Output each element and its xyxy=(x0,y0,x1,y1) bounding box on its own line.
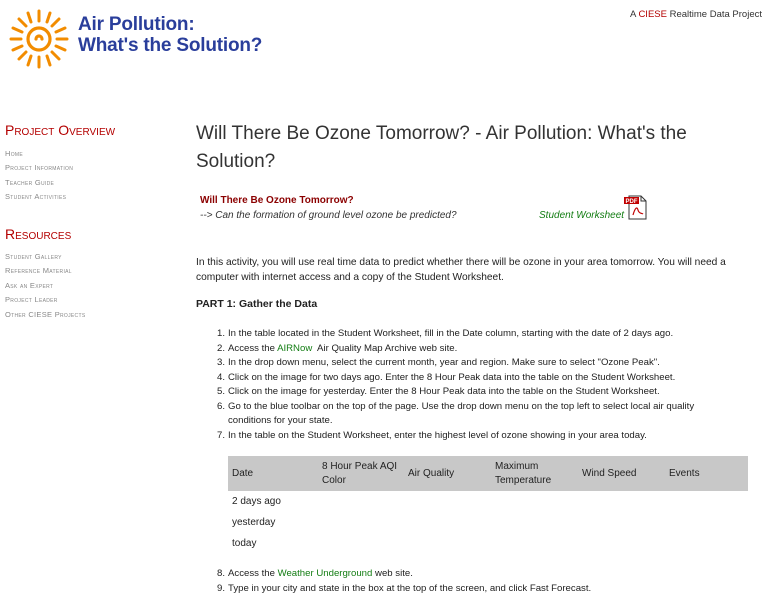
step-text: In the table located in the Student Work… xyxy=(228,328,674,339)
step-text-prefix: Access the xyxy=(228,568,278,579)
nav-teacher-guide[interactable]: Teacher Guide xyxy=(5,178,54,187)
step-number: 8. xyxy=(217,568,226,579)
nav-other-ciese-projects[interactable]: Other CIESE Projects xyxy=(5,310,85,319)
weather-underground-link[interactable]: Weather Underground xyxy=(278,568,373,579)
list-item: 8. Access the Weather Underground web sit… xyxy=(217,567,591,582)
part1-heading: PART 1: Gather the Data xyxy=(196,298,318,310)
worksheet-question-subtitle: --> Can the formation of ground level oz… xyxy=(200,210,457,221)
table-row: yesterday xyxy=(228,512,748,533)
nav-project-leader[interactable]: Project Leader xyxy=(5,295,58,304)
step-text: In the drop down menu, select the curren… xyxy=(228,357,660,368)
step-text: In the table on the Student Worksheet, e… xyxy=(228,429,647,441)
nav-project-information[interactable]: Project Information xyxy=(5,163,73,172)
site-title[interactable]: Air Pollution: What's the Solution? xyxy=(78,14,262,56)
list-item: 9. Type in your city and state in the box… xyxy=(217,582,592,597)
ciese-link[interactable]: CIESE xyxy=(638,9,667,20)
column-header: Maximum Temperature xyxy=(491,456,578,491)
worksheet-question: Will There Be Ozone Tomorrow? --> Can th… xyxy=(200,195,457,221)
step-text-prefix: Access the xyxy=(228,342,278,354)
nav-reference-material[interactable]: Reference Material xyxy=(5,266,72,275)
worksheet-question-title: Will There Be Ozone Tomorrow? xyxy=(200,195,354,206)
intro-paragraph: In this activity, you will use real time… xyxy=(196,257,726,283)
svg-text:PDF: PDF xyxy=(626,199,638,205)
page-title: Will There Be Ozone Tomorrow? - Air Poll… xyxy=(196,123,687,172)
table-cell: today xyxy=(232,538,257,549)
site-title-line1: Air Pollution: xyxy=(78,14,195,35)
steps-list: 1. In the table located in the Student Wo… xyxy=(217,327,718,444)
project-nav: Home Project Information Teacher Guide S… xyxy=(5,147,73,205)
sun-icon[interactable] xyxy=(6,8,70,70)
list-item: 4. Click on the image for two days ago. E… xyxy=(217,371,718,386)
nav-home[interactable]: Home xyxy=(5,149,23,158)
steps-list-continued: 8. Access the Weather Underground web sit… xyxy=(217,567,592,597)
nav-student-gallery[interactable]: Student Gallery xyxy=(5,252,62,261)
resources-nav: Student Gallery Reference Material Ask a… xyxy=(5,250,85,322)
site-title-line2: What's the Solution? xyxy=(78,35,263,56)
tagline: A CIESE Realtime Data Project xyxy=(630,9,762,20)
step-text: Go to the blue toolbar on the top of the… xyxy=(228,400,695,427)
step-text-suffix: Air Quality Map Archive web site. xyxy=(312,342,458,354)
table-cell: yesterday xyxy=(232,517,276,528)
step-number: 7. xyxy=(217,429,226,441)
column-header: Wind Speed xyxy=(578,456,665,491)
project-overview-heading: Project Overview xyxy=(5,122,116,138)
nav-ask-an-expert[interactable]: Ask an Expert xyxy=(5,281,53,290)
step-number: 5. xyxy=(217,386,226,397)
step-number: 9. xyxy=(217,582,226,594)
step-text: Click on the image for two days ago. Ent… xyxy=(228,371,676,383)
column-header: Date xyxy=(228,456,314,491)
student-worksheet-link[interactable]: Student Worksheet xyxy=(539,210,624,221)
list-item: 3. In the drop down menu, select the curr… xyxy=(217,356,718,371)
table-header-row: Date 8 Hour Peak AQI Color Air Quality M… xyxy=(228,456,748,491)
step-number: 6. xyxy=(217,400,226,412)
resources-heading: Resources xyxy=(5,226,72,242)
column-header: Air Quality xyxy=(404,456,491,491)
list-item: 1. In the table located in the Student Wo… xyxy=(217,327,718,342)
column-header: Events xyxy=(665,456,748,491)
list-item: 6. Go to the blue toolbar on the top of t… xyxy=(217,400,718,429)
step-text: Click on the image for yesterday. Enter … xyxy=(228,386,660,397)
list-item: 5. Click on the image for yesterday. Ente… xyxy=(217,385,718,400)
list-item: 7. In the table on the Student Worksheet,… xyxy=(217,429,718,444)
step-text-suffix: web site. xyxy=(372,568,413,579)
column-header: 8 Hour Peak AQI Color xyxy=(314,456,404,491)
pdf-file-icon[interactable]: PDF xyxy=(623,194,649,220)
table-row: 2 days ago xyxy=(228,491,748,512)
list-item: 2. Access the AIRNow Air Quality Map Arch… xyxy=(217,342,718,357)
step-number: 4. xyxy=(217,371,226,383)
step-number: 3. xyxy=(217,357,226,368)
table-cell: 2 days ago xyxy=(232,496,281,507)
step-text: Type in your city and state in the box a… xyxy=(228,582,592,594)
step-number: 2. xyxy=(217,342,226,354)
nav-student-activities[interactable]: Student Activities xyxy=(5,192,66,201)
ozone-data-table: Date 8 Hour Peak AQI Color Air Quality M… xyxy=(228,456,748,554)
step-number: 1. xyxy=(217,328,226,339)
table-row: today xyxy=(228,533,748,554)
tagline-suffix: Realtime Data Project xyxy=(666,9,762,20)
airnow-link[interactable]: AIRNow xyxy=(277,343,312,354)
